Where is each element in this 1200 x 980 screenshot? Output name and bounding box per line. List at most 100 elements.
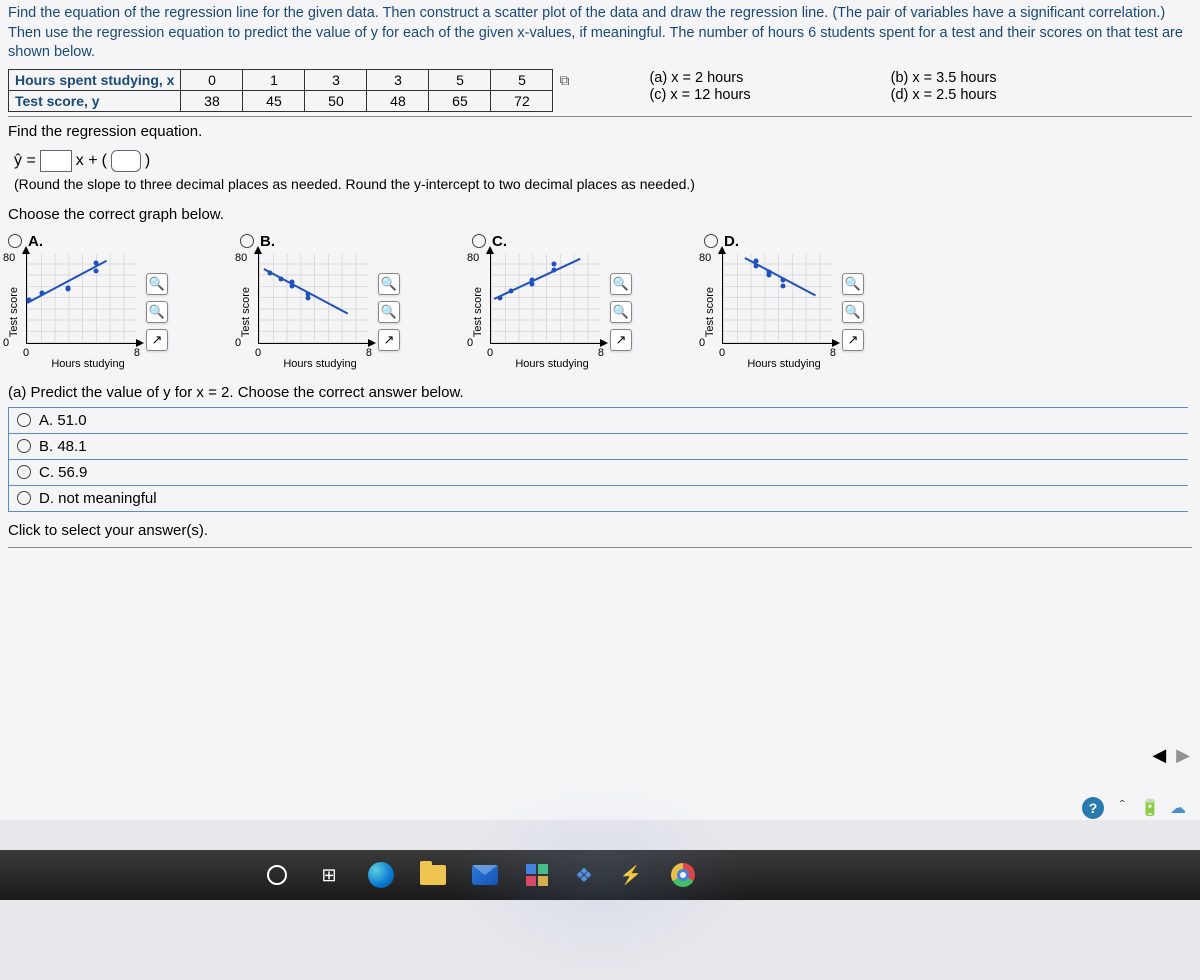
chart-c: 80 0 0 8 <box>490 254 600 344</box>
nav-arrows: ◀ ▶ <box>1152 745 1190 766</box>
graph-option-c[interactable]: C. Test score 80 0 0 8 <box>472 233 644 370</box>
click-select-hint: Click to select your answer(s). <box>8 522 1192 545</box>
label-d: D. <box>724 233 739 250</box>
predict-a: (a) x = 2 hours <box>649 70 743 86</box>
tick: 8 <box>598 347 604 359</box>
ylabel: Test score <box>8 287 20 337</box>
radio-ans-d[interactable] <box>17 491 31 505</box>
popout-icon[interactable]: ↗ <box>146 329 168 351</box>
tick: 8 <box>830 347 836 359</box>
xlabel: Hours studying <box>40 358 136 370</box>
cell: 72 <box>491 90 553 111</box>
tick: 80 <box>699 252 711 264</box>
app-icon[interactable]: ⚡ <box>614 858 648 892</box>
help-icon[interactable]: ? <box>1082 797 1104 819</box>
prev-arrow-icon[interactable]: ◀ <box>1152 745 1166 766</box>
ylabel: Test score <box>704 287 716 337</box>
edge-icon[interactable] <box>364 858 398 892</box>
radio-ans-a[interactable] <box>17 413 31 427</box>
zoom-in-icon[interactable]: 🔍 <box>842 273 864 295</box>
tick: 0 <box>235 337 241 349</box>
task-view-icon[interactable]: ⊞ <box>312 858 346 892</box>
part-a-question: (a) Predict the value of y for x = 2. Ch… <box>8 384 1192 401</box>
zoom-in-icon[interactable]: 🔍 <box>610 273 632 295</box>
zoom-out-icon[interactable]: 🔍 <box>610 301 632 323</box>
choose-graph-title: Choose the correct graph below. <box>8 206 1192 223</box>
popout-icon[interactable]: ↗ <box>842 329 864 351</box>
xlabel: Hours studying <box>272 358 368 370</box>
cell: 45 <box>243 90 305 111</box>
answer-b-label: B. 48.1 <box>39 438 87 455</box>
divider <box>8 116 1192 117</box>
chevron-up-icon[interactable]: ＾ <box>1114 796 1130 820</box>
radio-c[interactable] <box>472 234 486 248</box>
tick: 80 <box>467 252 479 264</box>
cell: 5 <box>491 69 553 90</box>
graph-option-d[interactable]: D. Test score 80 0 0 8 <box>704 233 876 370</box>
answer-a-label: A. 51.0 <box>39 412 87 429</box>
ylabel: Test score <box>472 287 484 337</box>
microsoft-store-icon[interactable] <box>520 858 554 892</box>
radio-b[interactable] <box>240 234 254 248</box>
file-explorer-icon[interactable] <box>416 858 450 892</box>
zoom-out-icon[interactable]: 🔍 <box>842 301 864 323</box>
label-a: A. <box>28 233 43 250</box>
slope-input[interactable] <box>40 150 72 172</box>
zoom-out-icon[interactable]: 🔍 <box>146 301 168 323</box>
graph-option-b[interactable]: B. Test score 80 0 0 8 <box>240 233 412 370</box>
radio-a[interactable] <box>8 234 22 248</box>
mail-icon[interactable] <box>468 858 502 892</box>
chrome-icon[interactable] <box>666 858 700 892</box>
radio-ans-b[interactable] <box>17 439 31 453</box>
chart-b: 80 0 0 8 <box>258 254 368 344</box>
radio-ans-c[interactable] <box>17 465 31 479</box>
row-label-y: Test score, y <box>9 90 181 111</box>
cell: 38 <box>181 90 243 111</box>
answer-a[interactable]: A. 51.0 <box>9 408 1188 434</box>
radio-d[interactable] <box>704 234 718 248</box>
problem-intro: Find the equation of the regression line… <box>8 4 1192 63</box>
find-regression-title: Find the regression equation. <box>8 123 1192 140</box>
tick: 0 <box>487 347 493 359</box>
answer-d-label: D. not meaningful <box>39 490 157 507</box>
answer-c[interactable]: C. 56.9 <box>9 460 1188 486</box>
dropbox-icon[interactable]: ❖ <box>572 865 596 885</box>
answer-d[interactable]: D. not meaningful <box>9 486 1188 511</box>
answer-b[interactable]: B. 48.1 <box>9 434 1188 460</box>
graph-option-a[interactable]: A. Test score 80 0 0 8 <box>8 233 180 370</box>
label-b: B. <box>260 233 275 250</box>
chart-a: 80 0 0 8 <box>26 254 136 344</box>
zoom-in-icon[interactable]: 🔍 <box>378 273 400 295</box>
tick: 0 <box>23 347 29 359</box>
rounding-hint: (Round the slope to three decimal places… <box>14 176 1192 192</box>
popout-icon[interactable]: ↗ <box>378 329 400 351</box>
zoom-in-icon[interactable]: 🔍 <box>146 273 168 295</box>
zoom-out-icon[interactable]: 🔍 <box>378 301 400 323</box>
next-arrow-icon[interactable]: ▶ <box>1176 745 1190 766</box>
answer-c-label: C. 56.9 <box>39 464 87 481</box>
intercept-input[interactable] <box>111 150 141 172</box>
cell: 1 <box>243 69 305 90</box>
tick: 0 <box>255 347 261 359</box>
cloud-icon[interactable]: ☁ <box>1170 798 1186 818</box>
cell: 65 <box>429 90 491 111</box>
tick: 80 <box>3 252 15 264</box>
divider-bottom <box>8 547 1192 548</box>
tick: 0 <box>467 337 473 349</box>
chart-d: 80 0 0 8 <box>722 254 832 344</box>
popout-icon[interactable]: ↗ <box>610 329 632 351</box>
predict-c: (c) x = 12 hours <box>649 87 750 103</box>
cell: 50 <box>305 90 367 111</box>
predict-values-2: (b) x = 3.5 hours (d) x = 2.5 hours <box>891 69 997 104</box>
tick: 0 <box>699 337 705 349</box>
tick: 8 <box>366 347 372 359</box>
battery-icon[interactable]: 🔋 <box>1140 798 1160 818</box>
equation-input-line: ŷ = x + ( ) <box>14 150 1192 172</box>
copy-table-icon[interactable]: ⧉ <box>559 72 569 89</box>
cell: 0 <box>181 69 243 90</box>
tick: 0 <box>3 337 9 349</box>
cell: 3 <box>367 69 429 90</box>
start-button[interactable] <box>260 858 294 892</box>
taskbar: ⊞ ❖ ⚡ <box>0 850 1200 900</box>
predict-d: (d) x = 2.5 hours <box>891 87 997 103</box>
